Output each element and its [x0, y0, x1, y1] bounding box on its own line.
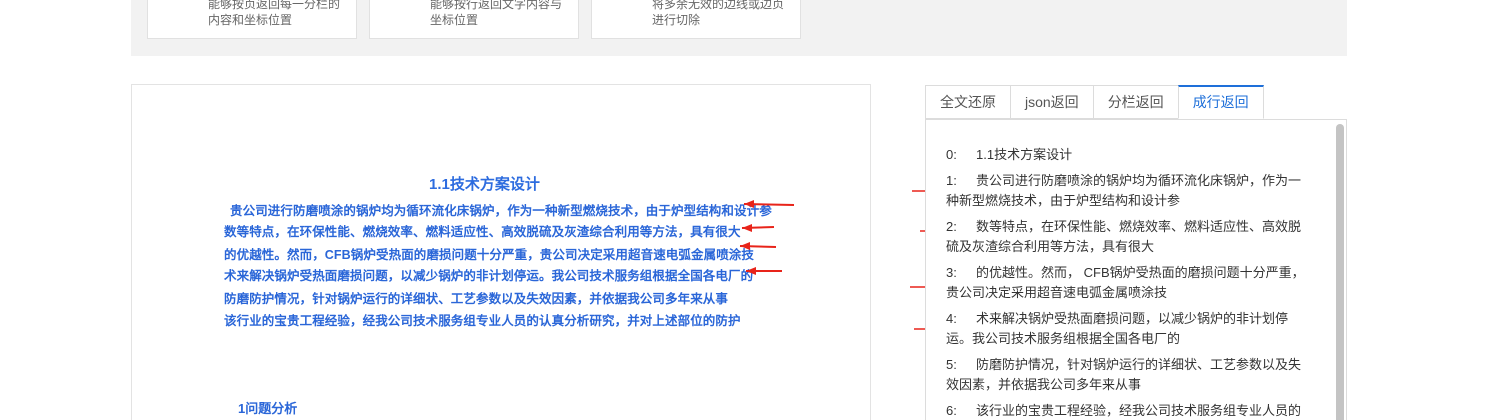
doc-section-heading: 1问题分析 — [238, 401, 298, 416]
doc-line: 该行业的宝贵工程经验，经我公司技术服务组专业人员的认真分析研究，并对上述部位的防… — [224, 314, 741, 328]
page: 能够按页返回每一分栏的 内容和坐标位置 能够按行返回文字内容与 坐标位置 将多余… — [0, 0, 1490, 420]
doc-line: 防磨防护情况，针对锅炉运行的详细状、工艺参数以及失效因素，并依据我公司多年来从事 — [224, 292, 729, 306]
line-text: 1.1技术方案设计 — [976, 147, 1073, 162]
arrow-left-icon — [741, 224, 775, 232]
list-item: 4: 术来解决锅炉受热面磨损问题，以减少锅炉的非计划停运。我公司技术服务组根据全国… — [946, 309, 1306, 349]
tab-json[interactable]: json返回 — [1010, 85, 1093, 119]
line-index: 0: — [946, 147, 957, 162]
feature-line: 内容和坐标位置 — [208, 13, 293, 27]
arrow-left-icon — [739, 242, 777, 250]
result-list: 0: 1.1技术方案设计 1: 贵公司进行防磨喷涂的锅炉均为循环流化床锅炉，作为一种… — [946, 145, 1306, 420]
feature-card-edge-cut: 将多余无效的边线或边页 进行切除 — [591, 0, 801, 39]
doc-title: 1.1技术方案设计 — [429, 176, 540, 193]
line-index: 5: — [946, 357, 957, 372]
feature-line: 进行切除 — [652, 13, 701, 27]
list-item: 0: 1.1技术方案设计 — [946, 145, 1306, 165]
tab-full-text[interactable]: 全文还原 — [925, 85, 1010, 119]
document-preview: 1.1技术方案设计 贵公司进行防磨喷涂的锅炉均为循环流化床锅炉，作为一种新型燃烧… — [131, 84, 871, 420]
line-index: 4: — [946, 311, 957, 326]
result-panel: 全文还原 json返回 分栏返回 成行返回 0: 1.1技术方案设计 1: 贵公司进… — [925, 85, 1347, 420]
arrow-left-icon — [746, 267, 782, 275]
line-text: 术来解决锅炉受热面磨损问题，以减少锅炉的非计划停运。我公司技术服务组根据全国各电… — [946, 311, 1289, 346]
feature-card-column-return: 能够按页返回每一分栏的 内容和坐标位置 — [147, 0, 357, 39]
feature-card-line-return: 能够按行返回文字内容与 坐标位置 — [369, 0, 579, 39]
line-text: 贵公司进行防磨喷涂的锅炉均为循环流化床锅炉，作为一种新型燃烧技术，由于炉型结构和… — [946, 173, 1302, 208]
line-text: 该行业的宝贵工程经验，经我公司技术服务组专业人员的 — [976, 403, 1302, 418]
tab-lines[interactable]: 成行返回 — [1177, 85, 1264, 119]
result-content[interactable]: 0: 1.1技术方案设计 1: 贵公司进行防磨喷涂的锅炉均为循环流化床锅炉，作为一种… — [925, 119, 1347, 420]
doc-line: 数等特点，在环保性能、燃烧效率、燃料适应性、高效脱硫及灰渣综合利用等方法，具有很… — [224, 225, 741, 239]
doc-line: 贵公司进行防磨喷涂的锅炉均为循环流化床锅炉，作为一种新型燃烧技术，由于炉型结构和… — [230, 204, 772, 218]
list-item: 5: 防磨防护情况，针对锅炉运行的详细状、工艺参数以及失效因素，并依据我公司多年来… — [946, 355, 1306, 395]
feature-line: 将多余无效的边线或边页 — [652, 0, 785, 11]
doc-line: 的优越性。然而，CFB锅炉受热面的磨损问题十分严重，贵公司决定采用超音速电弧金属… — [224, 248, 754, 262]
feature-line: 能够按行返回文字内容与 — [430, 0, 563, 11]
features-band: 能够按页返回每一分栏的 内容和坐标位置 能够按行返回文字内容与 坐标位置 将多余… — [131, 0, 1347, 56]
feature-line: 能够按页返回每一分栏的 — [208, 0, 341, 11]
feature-line: 坐标位置 — [430, 13, 479, 27]
list-item: 6: 该行业的宝贵工程经验，经我公司技术服务组专业人员的 — [946, 401, 1306, 420]
list-item: 3: 的优越性。然而， CFB锅炉受热面的磨损问题十分严重，贵公司决定采用超音速电… — [946, 263, 1306, 303]
list-item: 1: 贵公司进行防磨喷涂的锅炉均为循环流化床锅炉，作为一种新型燃烧技术，由于炉型结… — [946, 171, 1306, 211]
scrollbar[interactable] — [1336, 124, 1344, 420]
line-index: 1: — [946, 173, 957, 188]
line-index: 6: — [946, 403, 957, 418]
line-text: 防磨防护情况，针对锅炉运行的详细状、工艺参数以及失效因素，并依据我公司多年来从事 — [946, 357, 1302, 392]
arrow-left-icon — [743, 200, 795, 208]
line-index: 3: — [946, 265, 957, 280]
result-tabs: 全文还原 json返回 分栏返回 成行返回 — [925, 85, 1264, 119]
line-text: 的优越性。然而， CFB锅炉受热面的磨损问题十分严重，贵公司决定采用超音速电弧金… — [946, 265, 1305, 300]
list-item: 2: 数等特点，在环保性能、燃烧效率、燃料适应性、高效脱硫及灰渣综合利用等方法，具… — [946, 217, 1306, 257]
doc-line: 术来解决锅炉受热面磨损问题，以减少锅炉的非计划停运。我公司技术服务组根据全国各电… — [224, 269, 754, 283]
line-text: 数等特点，在环保性能、燃烧效率、燃料适应性、高效脱硫及灰渣综合利用等方法，具有很… — [946, 219, 1302, 254]
tab-columns[interactable]: 分栏返回 — [1092, 85, 1178, 119]
line-index: 2: — [946, 219, 957, 234]
